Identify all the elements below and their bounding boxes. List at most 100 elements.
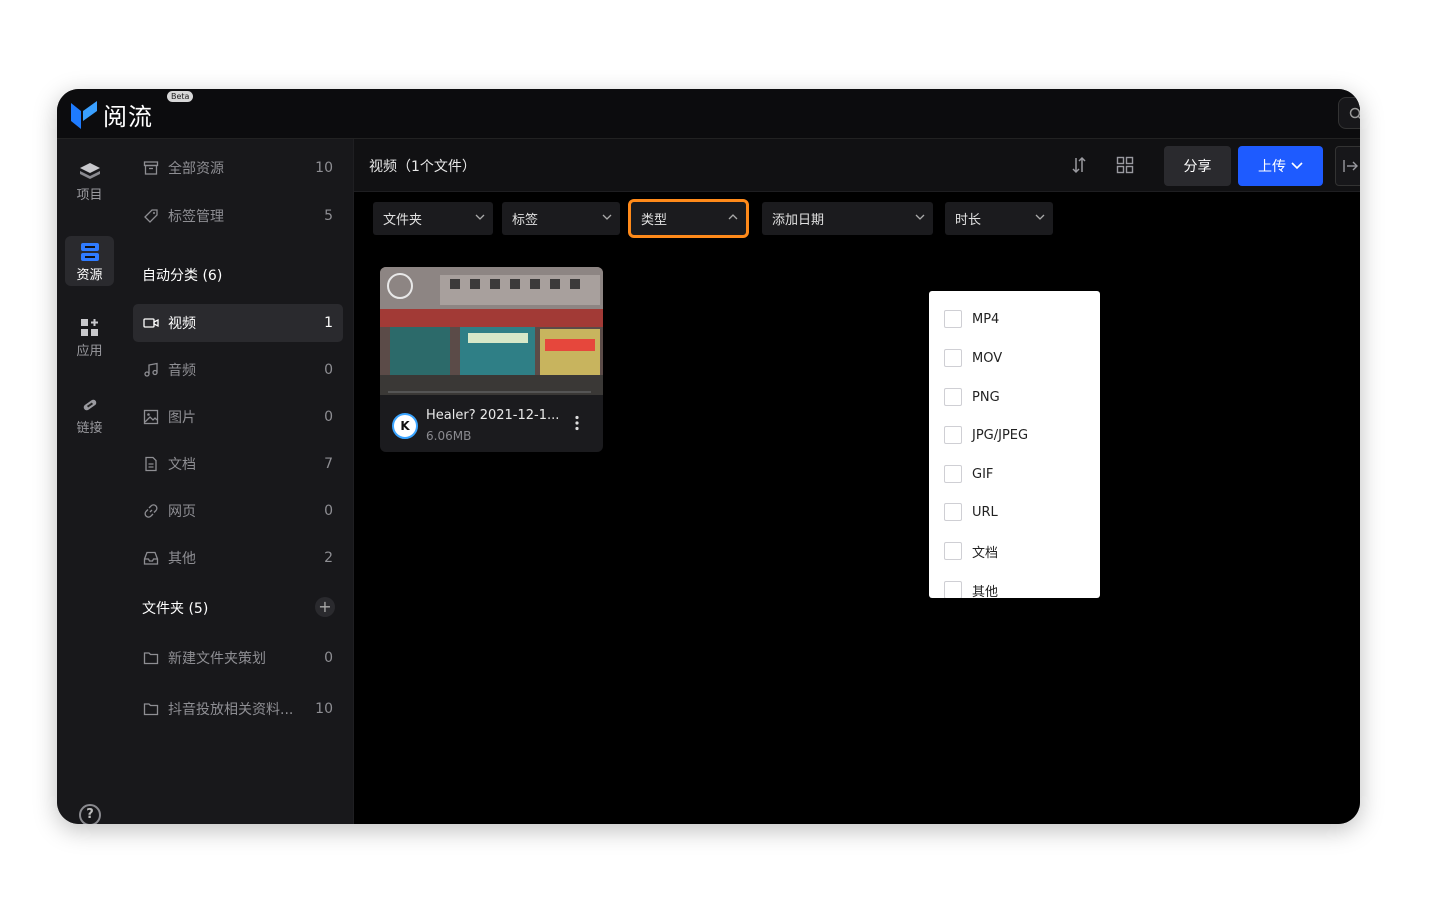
- sidebar-folder-item[interactable]: 新建文件夹策划 0: [133, 639, 343, 677]
- beta-badge: Beta: [167, 91, 194, 102]
- type-option-gif[interactable]: GIF: [944, 464, 993, 484]
- item-count: 0: [324, 650, 333, 666]
- logo-icon: [71, 100, 97, 129]
- filter-type[interactable]: 类型: [628, 199, 749, 238]
- folder-icon: [142, 700, 160, 718]
- filter-duration[interactable]: 时长: [945, 202, 1053, 235]
- type-option-url[interactable]: URL: [944, 502, 998, 522]
- app-window: 阅流 Beta 项目 资源 应用 链接 ? 全部资源 10 标签管理 5 自动分…: [57, 89, 1360, 824]
- option-label: MP4: [972, 311, 1000, 327]
- app-logo[interactable]: 阅流: [71, 97, 153, 132]
- more-vertical-icon[interactable]: [574, 415, 580, 431]
- filter-folder[interactable]: 文件夹: [373, 202, 493, 235]
- checkbox[interactable]: [944, 426, 962, 444]
- help-icon[interactable]: ?: [79, 804, 101, 824]
- main-header: 视频（1个文件） 分享 上传: [354, 139, 1360, 192]
- checkbox[interactable]: [944, 388, 962, 406]
- add-folder-button[interactable]: +: [315, 597, 335, 617]
- rail-item-apps[interactable]: 应用: [65, 312, 114, 362]
- link-icon: [142, 502, 160, 520]
- page-title: 视频（1个文件）: [369, 159, 476, 175]
- filter-date[interactable]: 添加日期: [762, 202, 933, 235]
- sidebar-item-images[interactable]: 图片 0: [133, 398, 343, 436]
- video-progress-bar: [388, 391, 591, 393]
- avatar: K: [392, 413, 418, 439]
- select-checkbox[interactable]: [387, 273, 413, 299]
- sidebar-item-label: 网页: [168, 504, 196, 520]
- filter-label: 添加日期: [772, 213, 825, 228]
- video-icon: [142, 314, 160, 332]
- file-card[interactable]: K Healer? 2021-12-1... 6.06MB: [380, 267, 603, 452]
- item-count: 0: [324, 503, 333, 519]
- sidebar-item-label: 标签管理: [168, 209, 224, 225]
- chevron-down-icon: [602, 214, 612, 220]
- search-button[interactable]: [1338, 97, 1360, 129]
- rail-label: 链接: [76, 421, 103, 436]
- document-icon: [142, 455, 160, 473]
- chevron-down-icon: [475, 214, 485, 220]
- sidebar-item-webpages[interactable]: 网页 0: [133, 492, 343, 530]
- database-icon: [80, 243, 99, 261]
- sidebar-item-label: 音频: [168, 363, 196, 379]
- sidebar-item-label: 视频: [168, 316, 196, 332]
- chevron-down-icon: [1291, 162, 1303, 170]
- chevron-up-icon: [728, 214, 738, 220]
- item-count: 10: [315, 160, 333, 176]
- upload-button[interactable]: 上传: [1238, 146, 1323, 186]
- sidebar-item-documents[interactable]: 文档 7: [133, 445, 343, 483]
- item-count: 7: [324, 456, 333, 472]
- rail-label: 应用: [76, 344, 103, 359]
- sidebar: 全部资源 10 标签管理 5 自动分类 (6) 视频 1 音频 0 图片 0 文…: [122, 139, 354, 824]
- checkbox[interactable]: [944, 581, 962, 598]
- share-button[interactable]: 分享: [1164, 146, 1231, 186]
- grid-view-icon[interactable]: [1116, 156, 1134, 174]
- music-icon: [142, 361, 160, 379]
- link-tool-icon: [83, 399, 96, 411]
- option-label: JPG/JPEG: [972, 427, 1029, 443]
- checkbox[interactable]: [944, 349, 962, 367]
- file-size: 6.06MB: [426, 429, 472, 443]
- collapse-button[interactable]: [1335, 146, 1360, 186]
- rail-item-resources[interactable]: 资源: [65, 236, 114, 286]
- item-count: 0: [324, 409, 333, 425]
- type-dropdown: MP4 MOV PNG JPG/JPEG GIF URL 文档 其他: [929, 291, 1100, 598]
- file-name[interactable]: Healer? 2021-12-1...: [426, 408, 571, 423]
- option-label: MOV: [972, 350, 1003, 366]
- sidebar-item-label: 其他: [168, 551, 196, 567]
- checkbox[interactable]: [944, 465, 962, 483]
- sidebar-item-audio[interactable]: 音频 0: [133, 351, 343, 389]
- sort-icon[interactable]: [1071, 156, 1087, 174]
- filter-tags[interactable]: 标签: [502, 202, 620, 235]
- type-option-mov[interactable]: MOV: [944, 348, 1002, 368]
- layers-icon: [79, 163, 100, 179]
- type-option-png[interactable]: PNG: [944, 387, 1000, 407]
- main-panel: 视频（1个文件） 分享 上传 文件夹 标签 类型 添加日期 时长 K Heale…: [354, 139, 1360, 824]
- rail-label: 项目: [76, 188, 103, 203]
- auto-category-heading: 自动分类 (6): [142, 268, 223, 284]
- sidebar-item-video[interactable]: 视频 1: [133, 304, 343, 342]
- sidebar-item-all[interactable]: 全部资源 10: [133, 149, 343, 187]
- rail-item-projects[interactable]: 项目: [65, 156, 114, 206]
- sidebar-item-label: 全部资源: [168, 161, 224, 177]
- app-name: 阅流: [103, 103, 153, 131]
- option-label: GIF: [972, 466, 994, 482]
- checkbox[interactable]: [944, 310, 962, 328]
- type-option-mp4[interactable]: MP4: [944, 309, 999, 329]
- top-bar: 阅流 Beta: [57, 89, 1360, 139]
- type-option-other[interactable]: 其他: [944, 580, 998, 598]
- item-count: 10: [315, 701, 333, 717]
- checkbox[interactable]: [944, 542, 962, 560]
- checkbox[interactable]: [944, 503, 962, 521]
- sidebar-folder-item[interactable]: 抖音投放相关资料... 10: [133, 690, 343, 728]
- tag-icon: [142, 207, 160, 225]
- type-option-jpg[interactable]: JPG/JPEG: [944, 425, 1028, 445]
- sidebar-item-tags[interactable]: 标签管理 5: [133, 197, 343, 235]
- sidebar-item-other[interactable]: 其他 2: [133, 539, 343, 577]
- rail-item-links[interactable]: 链接: [65, 389, 114, 439]
- type-option-document[interactable]: 文档: [944, 541, 998, 561]
- filter-label: 类型: [641, 213, 668, 228]
- video-thumbnail[interactable]: [380, 267, 603, 395]
- item-count: 0: [324, 362, 333, 378]
- upload-label: 上传: [1258, 159, 1286, 175]
- thumbnail-image: [380, 267, 603, 395]
